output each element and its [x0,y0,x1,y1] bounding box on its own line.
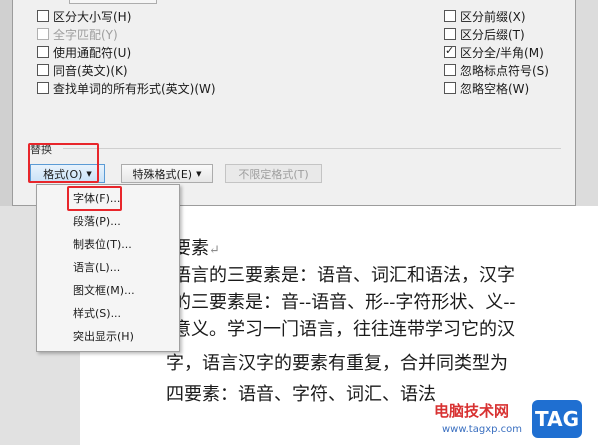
dropdown-arrow-icon: ▼ [196,169,202,178]
doc-line-6: 四要素：语音、字符、词汇、语法 [166,384,436,405]
search-field-edge[interactable] [69,0,157,4]
option-match-case[interactable]: 区分大小写(H) [37,8,131,24]
dialog-right-frame [576,0,598,206]
watermark-text: 电脑技术网 [434,402,510,420]
option-all-word-forms[interactable]: 查找单词的所有形式(英文)(W) [37,80,216,96]
dialog-left-frame [0,0,12,206]
font-item-highlight [67,186,122,211]
doc-line-1: 要素↵ [173,238,220,259]
doc-line-5: 字，语言汉字的要素有重复，合并同类型为 [166,353,508,374]
full-half-width-checkbox[interactable] [444,44,456,58]
watermark-url: www.tagxp.com [442,424,522,435]
menu-item-highlight[interactable]: 突出显示(H) [73,328,134,346]
doc-line-2: 语言的三要素是：语音、词汇和语法，汉字 [173,265,515,286]
format-button-highlight [28,143,99,183]
option-match-suffix[interactable]: 区分后缀(T) [444,26,525,42]
no-format-button: 不限定格式(T) [225,164,322,183]
watermark-logo: TAG [532,400,582,438]
all-word-forms-checkbox[interactable] [37,82,49,94]
option-match-prefix[interactable]: 区分前缀(X) [444,8,526,24]
option-full-half-width[interactable]: 区分全/半角(M) [444,44,544,60]
menu-item-frame[interactable]: 图文框(M)... [73,282,135,300]
option-ignore-spaces[interactable]: 忽略空格(W) [444,80,529,96]
ignore-spaces-checkbox[interactable] [444,82,456,94]
whole-word-checkbox [37,28,49,40]
menu-item-language[interactable]: 语言(L)... [73,259,120,277]
special-format-button[interactable]: 特殊格式(E) ▼ [121,164,213,183]
option-sounds-like[interactable]: 同音(英文)(K) [37,62,128,78]
option-whole-word: 全字匹配(Y) [37,26,118,42]
find-replace-dialog: 区分大小写(H) 全字匹配(Y) 使用通配符(U) 同音(英文)(K) 查找单词… [12,0,576,206]
doc-line-4: 意义。学习一门语言，往往连带学习它的汉 [173,319,515,340]
option-ignore-punctuation[interactable]: 忽略标点符号(S) [444,62,549,78]
match-suffix-checkbox[interactable] [444,28,456,40]
match-case-checkbox[interactable] [37,10,49,22]
wildcards-checkbox[interactable] [37,46,49,58]
menu-item-paragraph[interactable]: 段落(P)... [73,213,121,231]
menu-item-style[interactable]: 样式(S)... [73,305,121,323]
option-wildcards[interactable]: 使用通配符(U) [37,44,131,60]
group-divider [63,148,561,149]
ignore-punctuation-checkbox[interactable] [444,64,456,76]
sounds-like-checkbox[interactable] [37,64,49,76]
match-prefix-checkbox[interactable] [444,10,456,22]
doc-line-3: 的三要素是：音--语音、形--字符形状、义-- [173,292,516,313]
menu-item-tabs[interactable]: 制表位(T)... [73,236,132,254]
